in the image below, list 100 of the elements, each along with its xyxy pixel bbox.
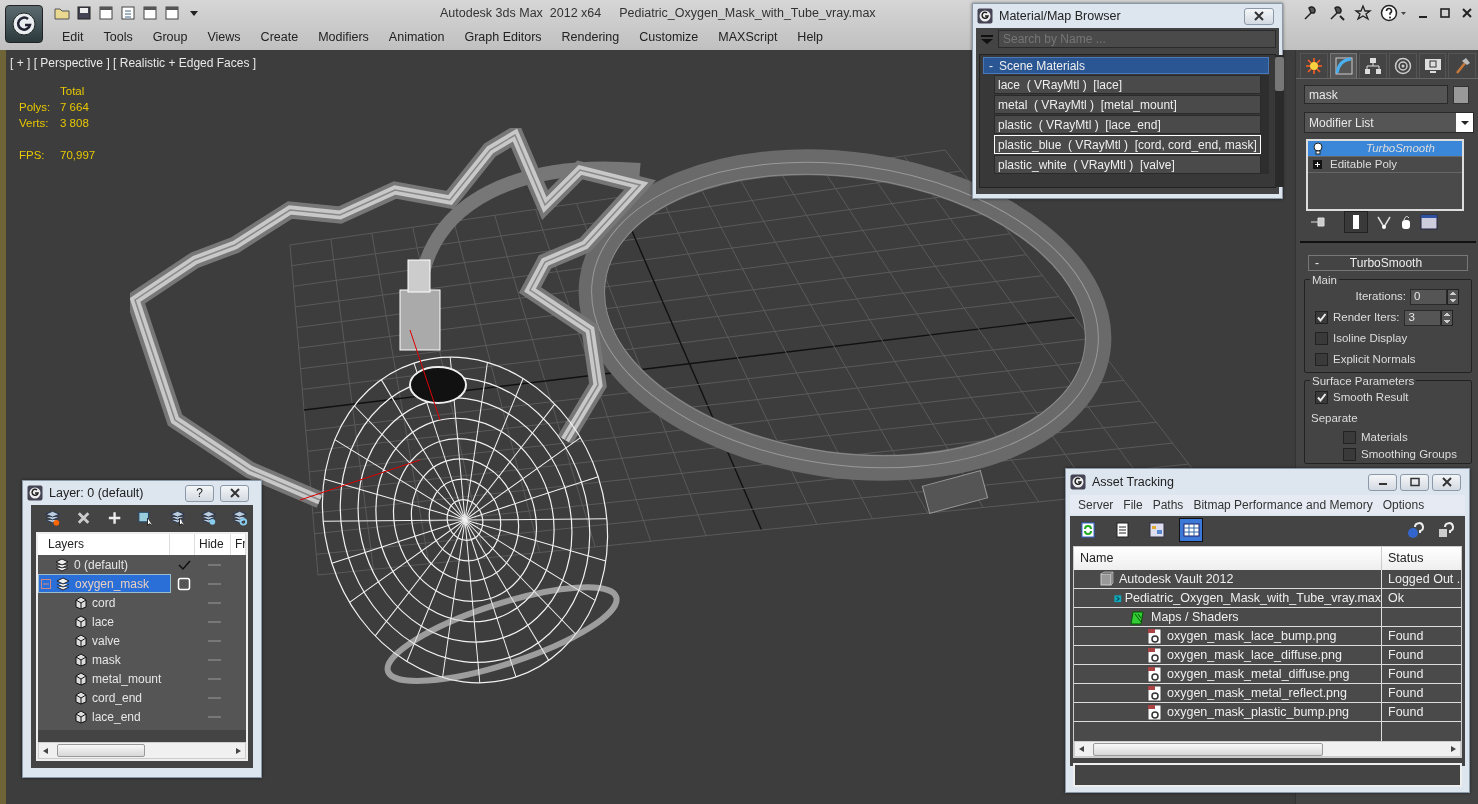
asset-name[interactable]: oxygen_mask_lace_diffuse.png xyxy=(1167,645,1342,665)
menu-item[interactable]: Modifiers xyxy=(308,27,379,47)
new-layer-icon[interactable] xyxy=(44,509,62,527)
menu-item[interactable]: Options xyxy=(1378,495,1429,514)
asset-name[interactable]: oxygen_mask_metal_reflect.png xyxy=(1167,683,1347,703)
material-item[interactable]: metal ( VRayMtl ) [metal_mount] xyxy=(994,95,1261,114)
panel-tab[interactable] xyxy=(1359,53,1387,78)
object-row[interactable]: lace xyxy=(38,612,171,631)
object-row[interactable]: lace_end xyxy=(38,707,171,726)
panel-tab[interactable] xyxy=(1329,53,1358,78)
show-end-result-button[interactable] xyxy=(1344,211,1368,233)
maximize-icon[interactable] xyxy=(1438,6,1452,20)
scrollbar-thumb[interactable] xyxy=(1093,742,1323,756)
checkbox[interactable] xyxy=(1343,448,1356,461)
layer-row[interactable]: 0 (default) xyxy=(38,555,171,574)
asset-name[interactable]: Autodesk Vault 2012 xyxy=(1119,569,1234,589)
help-icon[interactable] xyxy=(1380,4,1408,22)
object-row[interactable]: cord_end xyxy=(38,688,171,707)
menu-item[interactable]: Rendering xyxy=(551,27,630,47)
window-icon[interactable] xyxy=(142,5,158,21)
menu-item[interactable]: Customize xyxy=(629,27,709,47)
checkbox[interactable] xyxy=(1315,332,1328,345)
configure-icon[interactable] xyxy=(1420,214,1438,230)
layers-light-icon[interactable] xyxy=(199,509,217,527)
mask-wireframe-model[interactable] xyxy=(299,259,620,684)
color-swatch[interactable] xyxy=(1453,85,1469,104)
category-header[interactable]: - Scene Materials xyxy=(983,57,1269,74)
app-menu-button[interactable] xyxy=(5,5,43,43)
panel-tab[interactable] xyxy=(1300,53,1328,78)
material-item[interactable]: plastic_white ( VRayMtl ) [valve] xyxy=(994,155,1261,174)
hide-toggle[interactable] xyxy=(207,582,221,585)
horizontal-scrollbar[interactable] xyxy=(38,742,246,759)
layers-gear-icon[interactable] xyxy=(230,509,248,527)
close-icon[interactable] xyxy=(1460,6,1474,20)
menu-item[interactable]: Animation xyxy=(378,27,455,47)
object-name-field[interactable]: mask xyxy=(1304,85,1448,104)
hide-toggle[interactable] xyxy=(207,639,221,642)
scrollbar-thumb[interactable] xyxy=(57,744,145,757)
asset-name[interactable]: oxygen_mask_lace_bump.png xyxy=(1167,626,1337,646)
viewport-label[interactable]: [ + ] [ Perspective ] [ Realistic + Edged Faces ] xyxy=(10,54,257,72)
window-icon[interactable] xyxy=(164,5,180,21)
save-icon[interactable] xyxy=(76,5,92,21)
layers-cursor-icon[interactable] xyxy=(168,509,186,527)
vertex-icon[interactable] xyxy=(1376,214,1392,230)
hide-toggle[interactable] xyxy=(207,696,221,699)
scrollbar-thumb[interactable] xyxy=(1274,57,1284,91)
checkbox[interactable] xyxy=(1343,431,1356,444)
vertical-scrollbar[interactable] xyxy=(1274,55,1284,187)
new-file-icon[interactable] xyxy=(98,5,114,21)
asset-name[interactable]: oxygen_mask_plastic_bump.png xyxy=(1167,702,1350,722)
star-icon[interactable] xyxy=(1354,4,1372,22)
checkbox[interactable] xyxy=(1315,353,1328,366)
object-row[interactable]: metal_mount xyxy=(38,669,171,688)
spinner-field[interactable]: 3 xyxy=(1404,309,1442,326)
help-button[interactable]: ? xyxy=(185,484,214,502)
minimize-button[interactable] xyxy=(1368,473,1397,491)
spinner-arrows-icon[interactable] xyxy=(1441,309,1454,326)
object-row[interactable]: mask xyxy=(38,650,171,669)
material-item[interactable]: plastic_blue ( VRayMtl ) [cord, cord_end, mask] xyxy=(994,135,1261,154)
menu-item[interactable]: Views xyxy=(197,27,251,47)
panel-tab[interactable] xyxy=(1448,53,1477,78)
hide-toggle[interactable] xyxy=(207,620,221,623)
menu-item[interactable]: File xyxy=(1119,495,1147,514)
menu-item[interactable]: Tools xyxy=(93,27,143,47)
key-icon[interactable] xyxy=(1328,4,1346,22)
close-button[interactable] xyxy=(220,484,249,502)
modifier-list-dropdown[interactable]: Modifier List xyxy=(1304,112,1474,133)
panel-tab[interactable] xyxy=(1389,53,1417,78)
toolbar-button[interactable] xyxy=(1179,518,1203,542)
maximize-button[interactable] xyxy=(1400,473,1429,491)
spinner-field[interactable]: 0 xyxy=(1410,288,1447,305)
menu-item[interactable]: Bitmap Performance and Memory xyxy=(1189,495,1377,514)
select-box-icon[interactable] xyxy=(137,509,155,527)
hide-toggle[interactable] xyxy=(207,658,221,661)
menu-item[interactable]: Create xyxy=(250,27,309,47)
menu-item[interactable]: MAXScript xyxy=(708,27,788,47)
close-button[interactable] xyxy=(1244,7,1274,25)
help-icon[interactable] xyxy=(1406,521,1426,539)
column-header[interactable]: Status xyxy=(1382,547,1461,570)
menu-item[interactable]: Group xyxy=(142,27,198,47)
rollout-header[interactable]: - TurboSmooth xyxy=(1308,255,1468,271)
asset-name[interactable]: Maps / Shaders xyxy=(1151,607,1239,627)
object-row[interactable]: valve xyxy=(38,631,171,650)
asset-name[interactable]: oxygen_mask_metal_diffuse.png xyxy=(1167,664,1350,684)
pin-icon[interactable] xyxy=(1310,215,1328,229)
hide-toggle[interactable] xyxy=(207,677,221,680)
menu-item[interactable]: Paths xyxy=(1148,495,1188,514)
checkbox[interactable] xyxy=(1315,311,1328,324)
menu-item[interactable]: Edit xyxy=(52,27,94,47)
checkbox[interactable] xyxy=(1315,391,1328,404)
spinner-arrows-icon[interactable] xyxy=(1447,288,1459,305)
project-icon[interactable] xyxy=(120,5,136,21)
menu-item[interactable]: Help xyxy=(787,27,834,47)
help-icon[interactable] xyxy=(1436,521,1456,539)
menu-item[interactable]: Graph Editors xyxy=(454,27,552,47)
close-button[interactable] xyxy=(1432,473,1461,491)
horizontal-scrollbar[interactable] xyxy=(1074,741,1461,757)
open-folder-icon[interactable] xyxy=(54,5,70,21)
panel-tab[interactable] xyxy=(1418,53,1447,78)
hide-toggle[interactable] xyxy=(207,715,221,718)
